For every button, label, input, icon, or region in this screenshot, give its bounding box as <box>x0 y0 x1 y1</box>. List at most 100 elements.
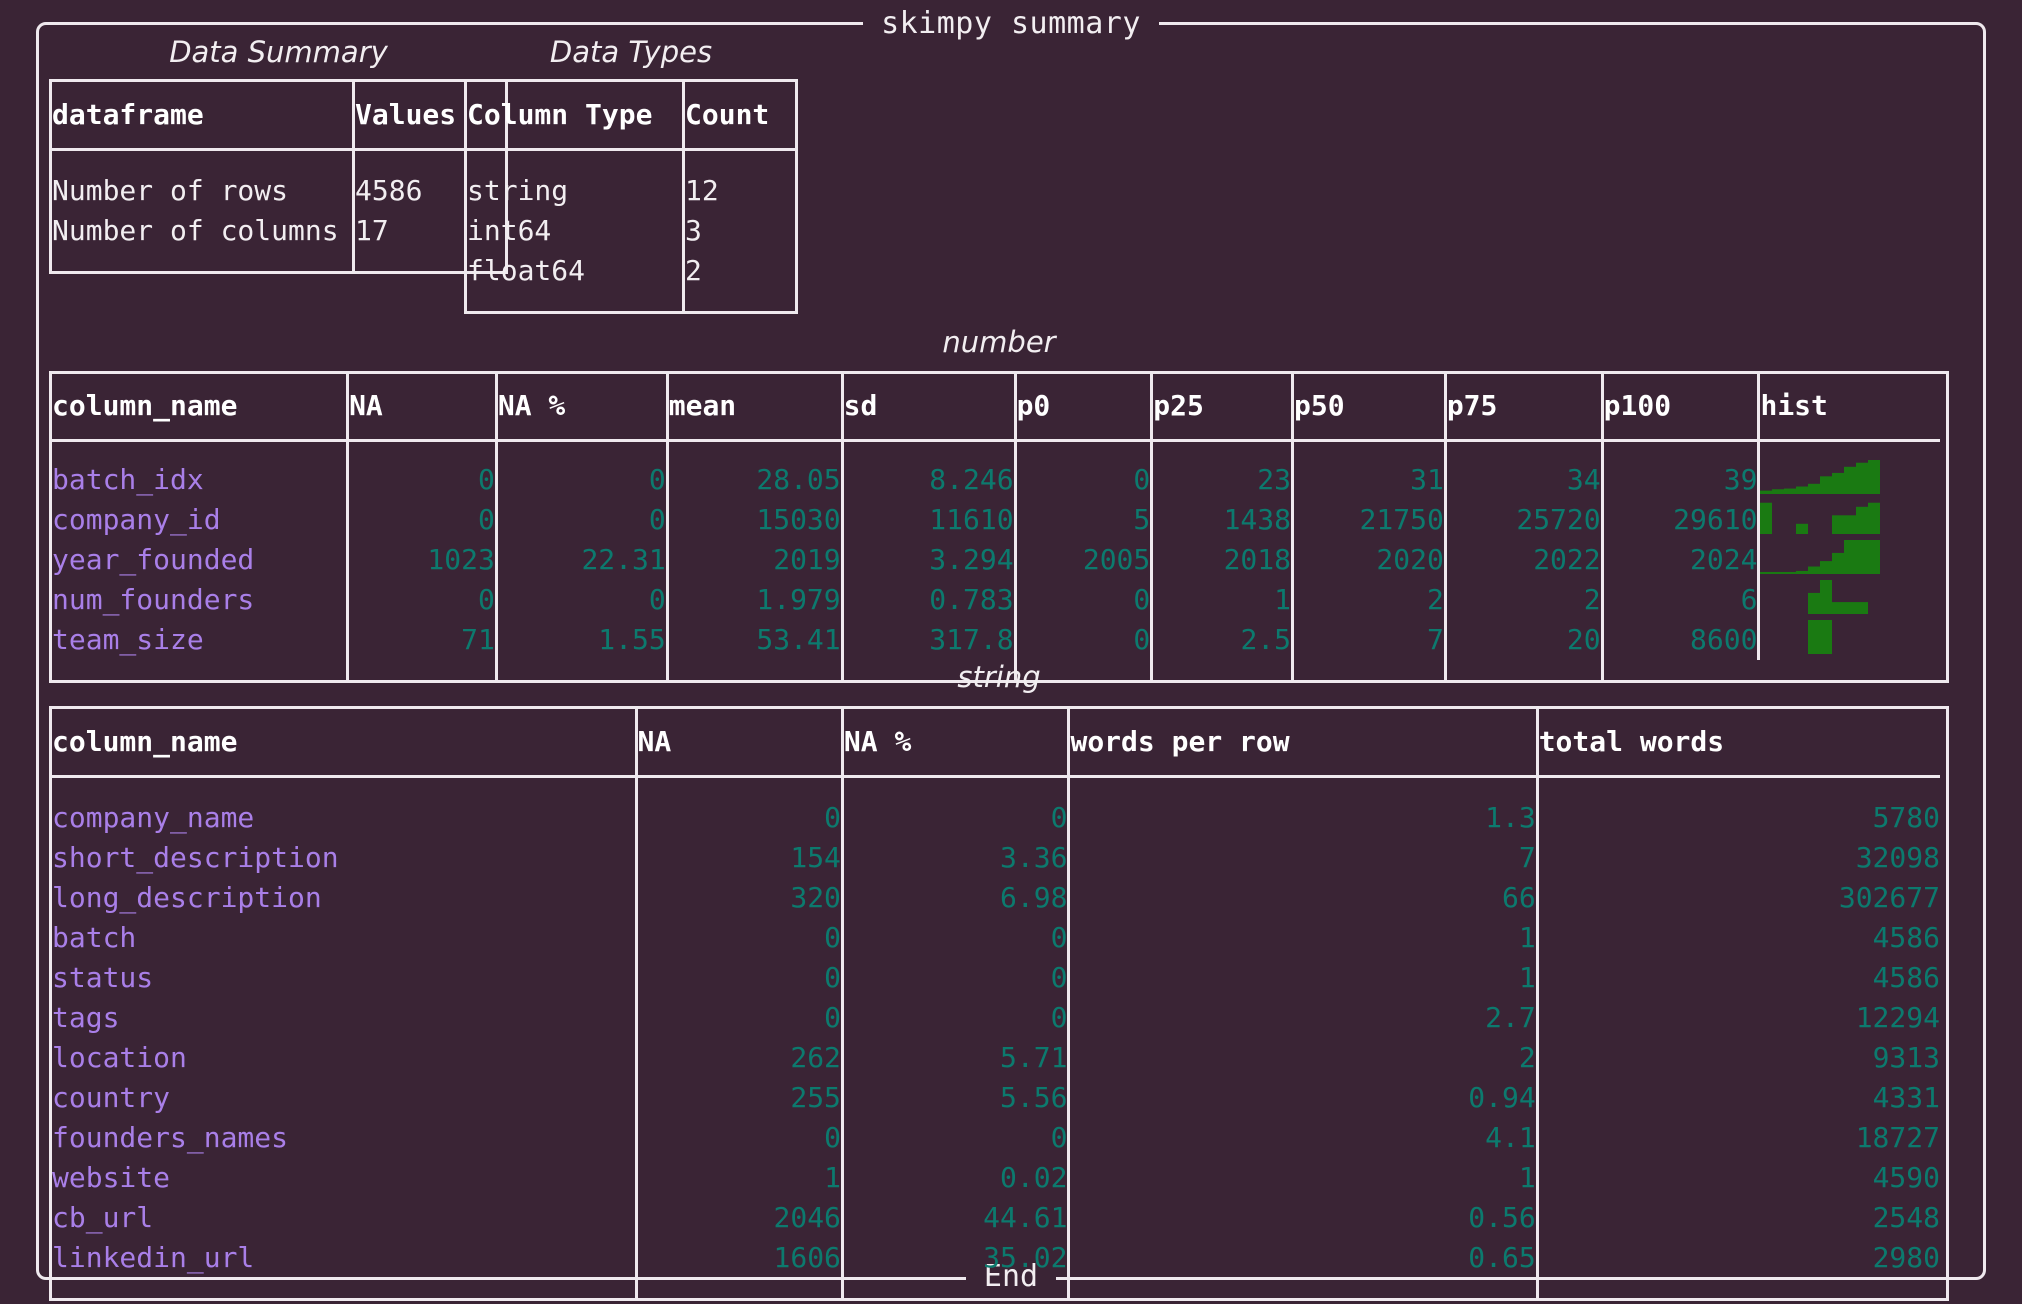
col-header-p50: p50 <box>1291 374 1446 442</box>
spacer-cell <box>494 440 668 460</box>
cell-na: 0 <box>634 998 843 1038</box>
data-summary-tbody: Number of rows 4586 Number of columns 17 <box>52 149 505 271</box>
spacer-cell <box>52 150 354 172</box>
cell-na_pct: 44.61 <box>840 1198 1069 1238</box>
cell-na: 0 <box>634 798 843 838</box>
row-value-int64: 3 <box>682 211 795 251</box>
cell-column-name: batch <box>52 921 137 954</box>
table-row: status 0 0 1 4586 <box>52 958 1940 998</box>
cell-na_pct: 0 <box>840 998 1069 1038</box>
cell-total_words: 4586 <box>1535 958 1940 998</box>
table-header-row: column_name NA NA % mean sd p0 p25 p50 p75 p100 hi… <box>52 374 1940 442</box>
data-summary-table: dataframe Values Number of rows 4586 Num… <box>52 82 505 271</box>
spacer-cell <box>52 251 354 271</box>
cell-na_pct: 0.02 <box>840 1158 1069 1198</box>
cell-na_pct: 0 <box>494 580 668 620</box>
cell-sd: 0.783 <box>840 580 1016 620</box>
cell-na_pct: 6.98 <box>840 878 1069 918</box>
spacer-cell <box>840 1278 1069 1298</box>
col-header-hist: hist <box>1757 374 1940 442</box>
cell-column-name: short_description <box>52 841 339 874</box>
cell-p0: 0 <box>1013 580 1152 620</box>
cell-total_words: 2980 <box>1535 1238 1940 1278</box>
cell-words_per_row: 1.3 <box>1067 798 1538 838</box>
cell-p100: 6 <box>1600 580 1759 620</box>
cell-words_per_row: 1 <box>1067 958 1538 998</box>
cell-column-name: long_description <box>52 881 322 914</box>
col-header-column-type: Column Type <box>467 82 684 151</box>
cell-na: 1606 <box>634 1238 843 1278</box>
cell-na_pct: 22.31 <box>494 540 668 580</box>
table-row: Number of rows 4586 <box>52 171 505 211</box>
cell-na_pct: 0 <box>840 798 1069 838</box>
spacer-row <box>52 1278 1940 1298</box>
spacer-cell <box>467 150 684 172</box>
cell-na: 0 <box>634 1118 843 1158</box>
table-row: team_size 71 1.55 53.41 317.8 0 2.5 7 20 8600 <box>52 620 1940 660</box>
cell-na_pct: 3.36 <box>840 838 1069 878</box>
spacer-cell <box>1757 440 1940 460</box>
number-thead: column_name NA NA % mean sd p0 p25 p50 p75 p100 hi… <box>52 374 1940 442</box>
cell-na_pct: 5.71 <box>840 1038 1069 1078</box>
sparkline-num_founders <box>1808 580 1869 614</box>
cell-p0: 2005 <box>1013 540 1152 580</box>
data-summary-table-wrap: dataframe Values Number of rows 4586 Num… <box>49 79 508 274</box>
cell-na: 1 <box>634 1158 843 1198</box>
cell-column-name: cb_url <box>52 1201 154 1234</box>
string-table-wrap: column_name NA NA % words per row total word… <box>49 706 1949 1301</box>
cell-column-name: team_size <box>52 623 204 656</box>
cell-column-name: tags <box>52 1001 120 1034</box>
cell-na_pct: 0 <box>840 918 1069 958</box>
cell-total_words: 9313 <box>1535 1038 1940 1078</box>
skimpy-summary-panel: skimpy summary End Data Summary datafram… <box>36 3 1986 1301</box>
spacer-cell <box>1067 1278 1538 1298</box>
spacer-cell <box>634 776 843 798</box>
table-row: num_founders 0 0 1.979 0.783 0 1 2 2 6 <box>52 580 1940 620</box>
table-row: country 255 5.56 0.94 4331 <box>52 1078 1940 1118</box>
table-row: linkedin_url 1606 35.02 0.65 2980 <box>52 1238 1940 1278</box>
cell-total_words: 4331 <box>1535 1078 1940 1118</box>
table-row: tags 0 0 2.7 12294 <box>52 998 1940 1038</box>
cell-p75: 2 <box>1443 580 1603 620</box>
col-header-column-name: column_name <box>52 709 637 778</box>
table-row: batch 0 0 1 4586 <box>52 918 1940 958</box>
cell-na: 262 <box>634 1038 843 1078</box>
sparkline-batch_idx <box>1760 460 1881 494</box>
number-section: number column_name NA NA % mean sd p0 p25 p50 p7… <box>49 325 1949 683</box>
cell-mean: 53.41 <box>665 620 843 660</box>
cell-p25: 1438 <box>1150 500 1293 540</box>
col-header-na-: NA % <box>840 709 1069 778</box>
data-summary-thead: dataframe Values <box>52 82 505 151</box>
cell-total_words: 4590 <box>1535 1158 1940 1198</box>
cell-total_words: 18727 <box>1535 1118 1940 1158</box>
cell-words_per_row: 2.7 <box>1067 998 1538 1038</box>
cell-words_per_row: 1 <box>1067 1158 1538 1198</box>
cell-p50: 31 <box>1291 460 1446 500</box>
cell-words_per_row: 0.65 <box>1067 1238 1538 1278</box>
row-label-number-of-columns: Number of columns <box>52 214 339 247</box>
table-row: year_founded 1023 22.31 2019 3.294 2005 2018 20… <box>52 540 1940 580</box>
table-header-row: Column Type Count <box>467 82 795 151</box>
table-row: location 262 5.71 2 9313 <box>52 1038 1940 1078</box>
cell-na_pct: 0 <box>840 1118 1069 1158</box>
spacer-cell <box>1013 440 1152 460</box>
spacer-cell <box>1291 440 1446 460</box>
table-row: batch_idx 0 0 28.05 8.246 0 23 31 34 39 <box>52 460 1940 660</box>
col-header-p75: p75 <box>1443 374 1603 442</box>
cell-na: 1023 <box>346 540 497 580</box>
string-table: column_name NA NA % words per row total word… <box>52 709 1940 1298</box>
cell-p50: 2 <box>1291 580 1446 620</box>
spacer-cell <box>346 440 497 460</box>
data-types-tbody: string 12 int64 3 float64 2 <box>467 149 795 311</box>
number-caption: number <box>942 325 1056 359</box>
hist-column-cell <box>1757 460 1940 660</box>
row-value-float64: 2 <box>682 251 795 291</box>
cell-na_pct: 5.56 <box>840 1078 1069 1118</box>
spacer-cell <box>1535 1278 1940 1298</box>
spacer-cell <box>467 291 684 311</box>
spacer-row <box>52 440 1940 460</box>
col-header-na: NA <box>346 374 497 442</box>
table-row: website 1 0.02 1 4590 <box>52 1158 1940 1198</box>
cell-na: 0 <box>634 918 843 958</box>
table-row: short_description 154 3.36 7 32098 <box>52 838 1940 878</box>
